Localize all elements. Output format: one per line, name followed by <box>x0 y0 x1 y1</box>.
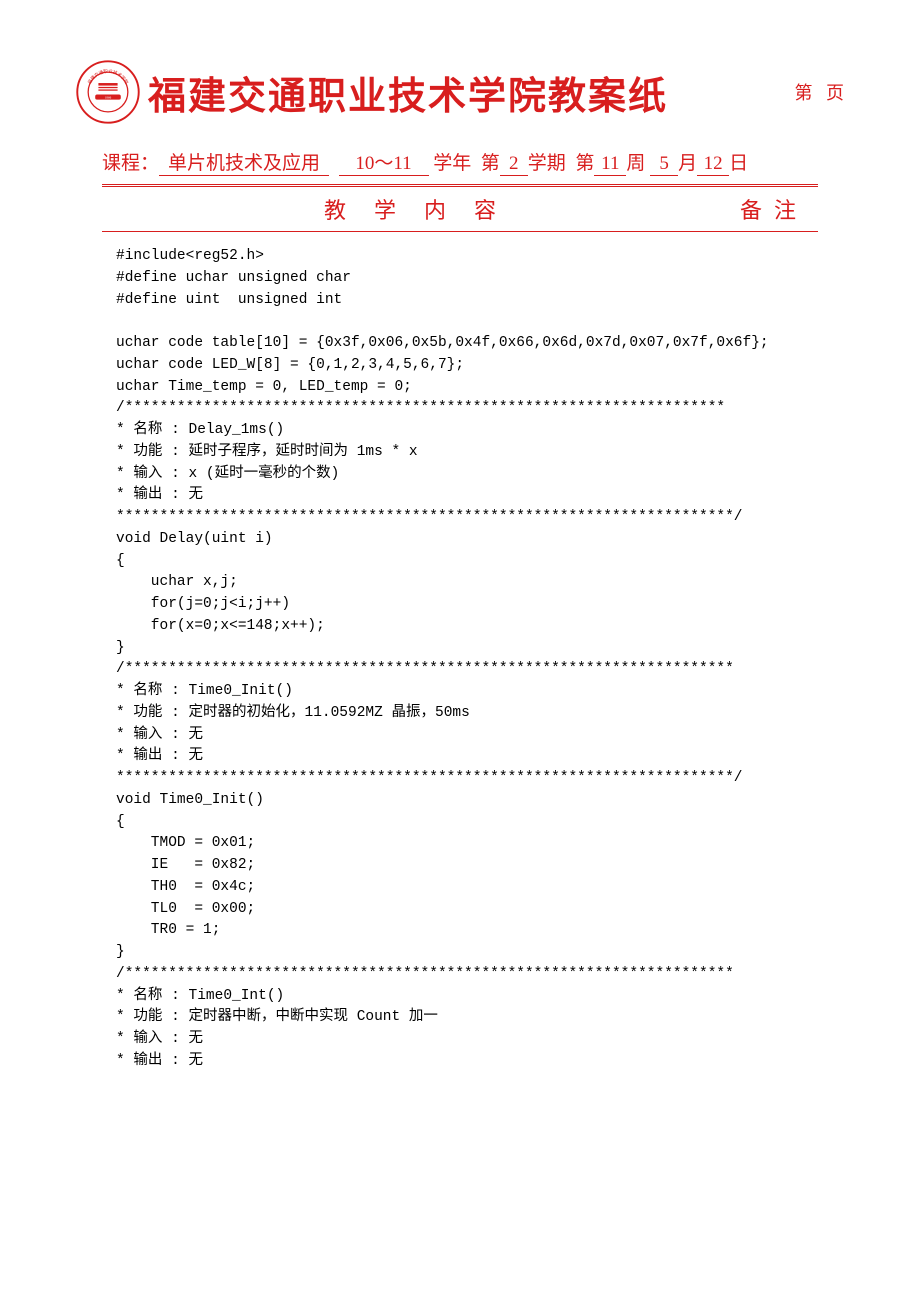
academic-year: 10～11 <box>339 148 429 176</box>
semester-prefix: 第 <box>481 148 500 175</box>
divider-bottom <box>102 231 818 232</box>
notes-label: 备注 <box>718 193 818 225</box>
code-content: #include<reg52.h> #define uchar unsigned… <box>116 246 818 1073</box>
divider-top <box>102 184 818 187</box>
semester-suffix: 学期 <box>528 148 566 175</box>
institution-logo-icon: 1866 福建交通职业技术学院 <box>76 60 140 124</box>
month-suffix: 月 <box>678 148 697 175</box>
day-suffix: 日 <box>729 148 748 175</box>
day-value: 12 <box>697 153 729 176</box>
svg-text:1866: 1866 <box>105 95 112 99</box>
week-suffix: 周 <box>626 148 645 175</box>
teaching-content-label: 教学内容 <box>102 193 718 225</box>
page-suffix: 页 <box>826 83 844 103</box>
course-label: 课程： <box>102 148 159 175</box>
section-header-row: 教学内容 备注 <box>102 193 818 225</box>
month-value: 5 <box>650 153 678 176</box>
course-info-line: 课程： 单片机技术及应用 10～11 学年 第 2 学期 第 11 周 5 月 … <box>102 148 818 176</box>
year-suffix: 学年 <box>433 148 471 175</box>
page-number-label: 第 页 <box>795 79 845 105</box>
course-name: 单片机技术及应用 <box>159 148 329 176</box>
week-value: 11 <box>594 153 626 176</box>
institution-title: 福建交通职业技术学院教案纸 <box>148 65 668 120</box>
page-prefix: 第 <box>795 83 813 103</box>
week-prefix: 第 <box>575 148 594 175</box>
semester-value: 2 <box>500 153 528 176</box>
header-row: 1866 福建交通职业技术学院 福建交通职业技术学院教案纸 第 页 <box>76 60 844 124</box>
